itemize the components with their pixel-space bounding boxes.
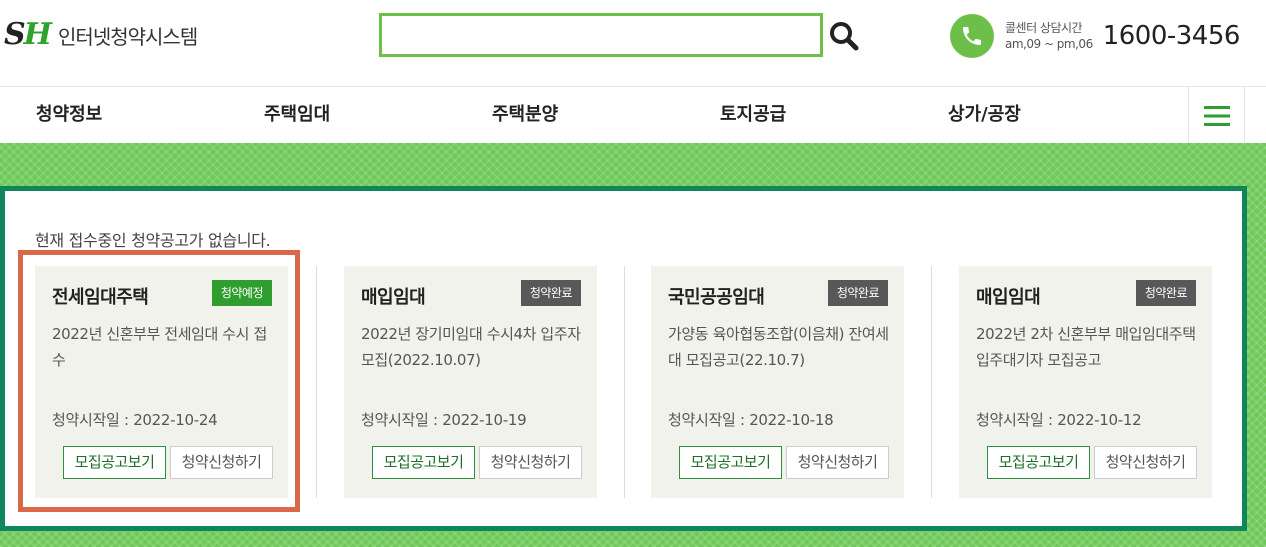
apply-button[interactable]: 청약신청하기 [786,446,889,479]
nav-item-subscription-info[interactable]: 청약정보 [36,87,102,144]
nav-item-rental-housing[interactable]: 주택임대 [264,87,330,144]
card-title: 국민공공임대 [668,287,765,308]
notice-card: 매입임대 청약완료 2022년 장기미임대 수시4차 입주자모집(2022.10… [344,266,597,498]
callcenter-number: 1600-3456 [1102,21,1241,51]
card-description[interactable]: 2022년 장기미임대 수시4차 입주자모집(2022.10.07) [361,321,585,373]
main-nav: 청약정보 주택임대 주택분양 토지공급 상가/공장 [0,86,1266,144]
notice-card: 국민공공임대 청약완료 가양동 육아협동조합(이음채) 잔여세대 모집공고(22… [651,266,904,498]
card-title: 매입임대 [361,287,426,308]
logo-text: 인터넷청약시스템 [58,24,198,49]
view-notice-button[interactable]: 모집공고보기 [987,446,1090,479]
callcenter-info: 콜센터 상담시간 am,09 ~ pm,06 1600-3456 [950,14,1240,58]
callcenter-hours: 콜센터 상담시간 am,09 ~ pm,06 [1005,21,1093,51]
phone-icon [950,14,994,58]
card-divider [931,266,932,498]
card-description[interactable]: 2022년 신혼부부 전세임대 수시 접수 [52,321,276,373]
card-divider [624,266,625,498]
card-description[interactable]: 2022년 2차 신혼부부 매입임대주택 입주대기자 모집공고 [976,321,1200,373]
status-badge: 청약완료 [1135,280,1196,306]
card-description[interactable]: 가양동 육아협동조합(이음채) 잔여세대 모집공고(22.10.7) [668,321,892,373]
apply-button[interactable]: 청약신청하기 [479,446,582,479]
notice-card: 매입임대 청약완료 2022년 2차 신혼부부 매입임대주택 입주대기자 모집공… [959,266,1212,498]
notice-card: 전세임대주택 청약예정 2022년 신혼부부 전세임대 수시 접수 청약시작일 … [35,266,288,498]
site-header: SH 인터넷청약시스템 콜센터 상담시간 am,09 ~ pm,06 1600-… [0,0,1266,86]
search-input[interactable] [382,16,820,54]
all-menu-button[interactable] [1188,87,1245,144]
nav-item-commercial-factory[interactable]: 상가/공장 [948,87,1021,144]
card-title: 전세임대주택 [52,287,149,308]
status-badge: 청약예정 [211,280,272,306]
sh-logo-mark: SH [4,17,52,52]
view-notice-button[interactable]: 모집공고보기 [372,446,475,479]
apply-button[interactable]: 청약신청하기 [170,446,273,479]
card-start-date: 청약시작일 : 2022-10-12 [976,411,1142,429]
nav-item-housing-sale[interactable]: 주택분양 [492,87,558,144]
status-badge: 청약완료 [520,280,581,306]
card-start-date: 청약시작일 : 2022-10-18 [668,411,834,429]
card-title: 매입임대 [976,287,1041,308]
nav-item-land-supply[interactable]: 토지공급 [720,87,786,144]
view-notice-button[interactable]: 모집공고보기 [679,446,782,479]
card-divider [316,266,317,498]
search-icon [830,22,859,51]
card-start-date: 청약시작일 : 2022-10-24 [52,411,218,429]
site-logo[interactable]: SH 인터넷청약시스템 [4,17,198,52]
apply-button[interactable]: 청약신청하기 [1094,446,1197,479]
subscription-panel: 현재 접수중인 청약공고가 없습니다. 전세임대주택 청약예정 2022년 신혼… [0,186,1247,531]
hamburger-menu-icon [1203,105,1230,126]
card-start-date: 청약시작일 : 2022-10-19 [361,411,527,429]
search-box [379,13,823,57]
search-button[interactable] [827,19,861,53]
view-notice-button[interactable]: 모집공고보기 [63,446,166,479]
no-open-notice: 현재 접수중인 청약공고가 없습니다. [35,231,271,250]
status-badge: 청약완료 [827,280,888,306]
